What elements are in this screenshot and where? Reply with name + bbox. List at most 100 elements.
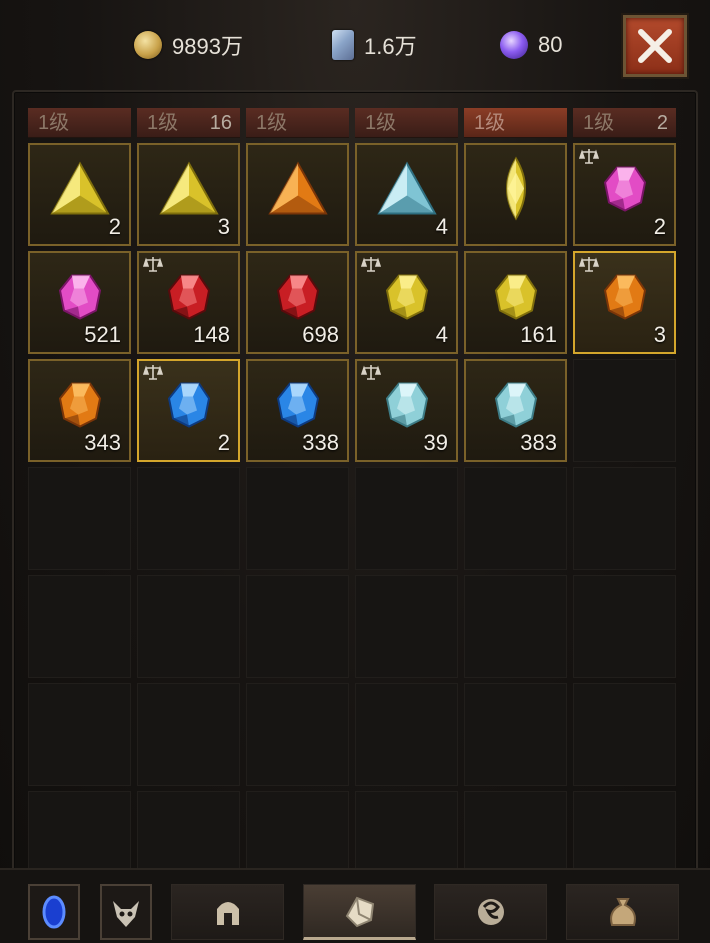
item-quantity: 148: [193, 322, 230, 347]
item-quantity: 698: [302, 322, 339, 347]
gold-amount: 9893万: [172, 34, 243, 59]
inventory-slot[interactable]: 2: [573, 143, 676, 246]
item-quantity: 2: [108, 214, 121, 239]
empty-slot[interactable]: [28, 575, 131, 678]
empty-slot[interactable]: [464, 683, 567, 786]
item-quantity: 3: [653, 322, 666, 347]
item-quantity: 2: [653, 214, 666, 239]
inventory-slot[interactable]: 343: [28, 359, 131, 462]
empty-slot[interactable]: [137, 575, 240, 678]
tab-tier-1[interactable]: 1级: [28, 108, 131, 138]
tab-tier-3[interactable]: 1级: [246, 108, 349, 138]
inventory-slot[interactable]: 338: [246, 359, 349, 462]
empty-slot[interactable]: [573, 359, 676, 462]
tab-label: 1级: [256, 112, 288, 134]
inventory-slot[interactable]: 2: [28, 143, 131, 246]
close-button[interactable]: [623, 15, 687, 77]
demon-mask-icon: [113, 901, 139, 927]
inventory-grid: 2 3 4 2 521 148 698 4 161 3 343 2 338 39…: [28, 143, 680, 899]
tab-count: 2: [656, 112, 668, 134]
pink-gem-icon: [58, 272, 102, 325]
tab-tier-5[interactable]: 1级: [464, 108, 567, 138]
tradable-scale-icon: [361, 257, 381, 272]
gem-tier-tabs: 1级 1级 16 1级 1级 1级 1级 2: [28, 108, 680, 138]
tab-label: 1级: [583, 112, 615, 134]
blue-portal-icon: [42, 895, 66, 929]
purple-orb-icon: [500, 31, 528, 59]
gold-currency: 9893万: [134, 28, 243, 62]
empty-slot[interactable]: [28, 683, 131, 786]
inventory-slot[interactable]: 521: [28, 251, 131, 354]
nav-button-blue-portal[interactable]: [28, 884, 80, 940]
nav-button-gem-crafting[interactable]: [303, 884, 416, 940]
empty-slot[interactable]: [464, 467, 567, 570]
tradable-scale-icon: [579, 149, 599, 164]
inventory-slot[interactable]: 148: [137, 251, 240, 354]
nav-button-helmet[interactable]: [171, 884, 284, 940]
empty-slot[interactable]: [573, 467, 676, 570]
currency-header: 9893万 1.6万 80: [0, 0, 710, 90]
empty-slot[interactable]: [246, 467, 349, 570]
empty-slot[interactable]: [355, 467, 458, 570]
crystal-shard-icon: [332, 30, 354, 60]
yellow-gem-icon: [494, 272, 538, 325]
tab-label: 1级: [365, 112, 397, 134]
inventory-slot[interactable]: 161: [464, 251, 567, 354]
tab-tier-4[interactable]: 1级: [355, 108, 458, 138]
nav-button-loot-bag[interactable]: [566, 884, 679, 940]
inventory-slot[interactable]: [464, 143, 567, 246]
inventory-slot[interactable]: 3: [573, 251, 676, 354]
item-quantity: 338: [302, 430, 339, 455]
empty-slot[interactable]: [137, 683, 240, 786]
tab-count: 16: [209, 112, 232, 134]
bottom-nav: [0, 868, 710, 943]
orb-amount: 80: [538, 32, 563, 57]
nav-button-demon-mask[interactable]: [100, 884, 152, 940]
inventory-slot[interactable]: 4: [355, 143, 458, 246]
crystal-currency: 1.6万: [332, 28, 417, 62]
inventory-slot[interactable]: 2: [137, 359, 240, 462]
empty-slot[interactable]: [246, 575, 349, 678]
loot-bag-icon: [609, 898, 636, 926]
blue-gem-icon: [276, 380, 320, 433]
tab-label: 1级: [474, 112, 506, 134]
red-gem-icon: [276, 272, 320, 325]
orange-gem-icon: [603, 272, 647, 325]
empty-slot[interactable]: [28, 467, 131, 570]
empty-slot[interactable]: [137, 467, 240, 570]
helmet-icon: [216, 902, 239, 925]
inventory-slot[interactable]: 4: [355, 251, 458, 354]
crystal-amount: 1.6万: [364, 34, 417, 59]
empty-slot[interactable]: [573, 575, 676, 678]
aqua-gem-icon: [385, 380, 429, 433]
empty-slot[interactable]: [355, 683, 458, 786]
tradable-scale-icon: [579, 257, 599, 272]
empty-slot[interactable]: [355, 575, 458, 678]
yellow-triangle-gem-icon: [157, 159, 221, 222]
item-quantity: 383: [520, 430, 557, 455]
empty-slot[interactable]: [573, 683, 676, 786]
nav-button-swirl-rune[interactable]: [434, 884, 547, 940]
empty-slot[interactable]: [246, 683, 349, 786]
tradable-scale-icon: [361, 365, 381, 380]
gold-coin-icon: [134, 31, 162, 59]
tradable-scale-icon: [143, 365, 163, 380]
inventory-slot[interactable]: 39: [355, 359, 458, 462]
close-x-icon: [638, 29, 672, 63]
cyan-triangle-gem-icon: [375, 159, 439, 222]
inventory-slot[interactable]: 698: [246, 251, 349, 354]
aqua-gem-icon: [494, 380, 538, 433]
empty-slot[interactable]: [464, 575, 567, 678]
tab-tier-6[interactable]: 1级 2: [573, 108, 676, 138]
inventory-slot[interactable]: 383: [464, 359, 567, 462]
tab-tier-2[interactable]: 1级 16: [137, 108, 240, 138]
inventory-slot[interactable]: 3: [137, 143, 240, 246]
item-quantity: 343: [84, 430, 121, 455]
item-quantity: 3: [217, 214, 230, 239]
item-quantity: 4: [435, 214, 448, 239]
orange-gem-icon: [58, 380, 102, 433]
tab-label: 1级: [38, 112, 70, 134]
red-gem-icon: [167, 272, 211, 325]
item-quantity: 521: [84, 322, 121, 347]
inventory-slot[interactable]: [246, 143, 349, 246]
